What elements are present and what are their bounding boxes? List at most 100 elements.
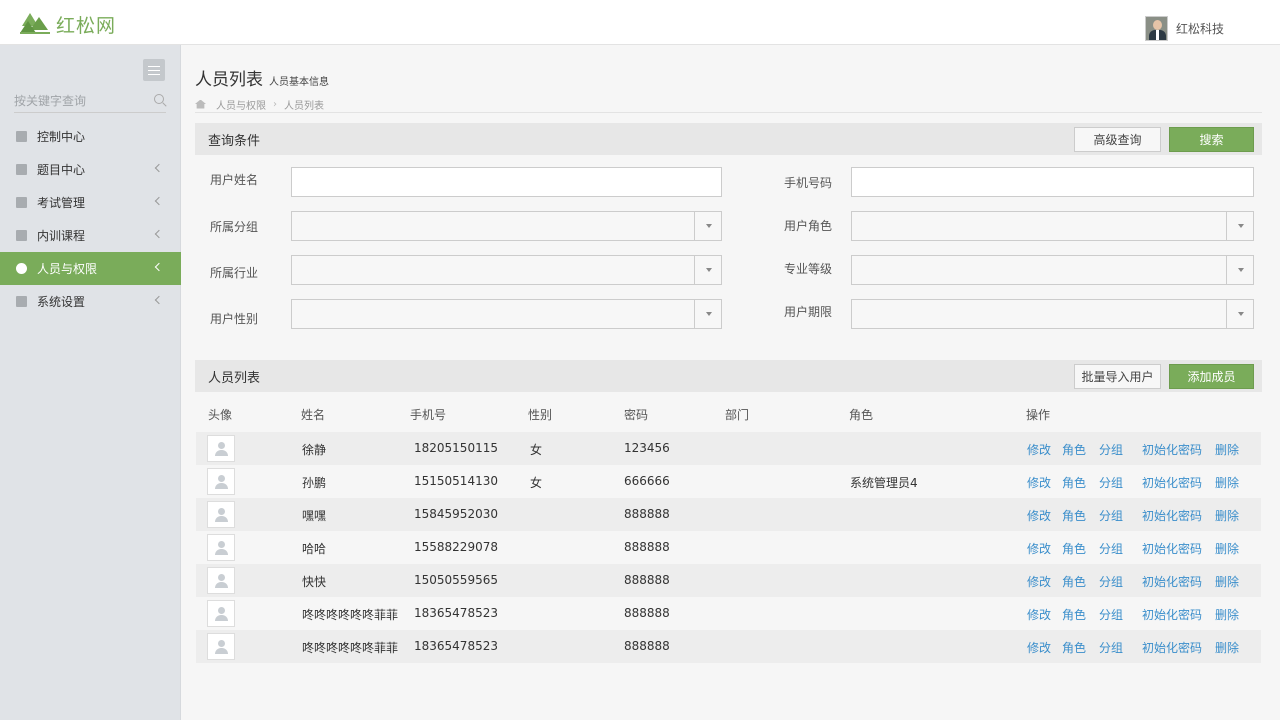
edit-link[interactable]: 修改 <box>1027 639 1051 656</box>
search-input[interactable] <box>14 91 146 111</box>
sidebar-nav: 控制中心 题目中心 考试管理 内训课程 人员与权限 系统设置 <box>0 120 181 318</box>
sidebar-item-users[interactable]: 人员与权限 <box>0 252 181 285</box>
group-link[interactable]: 分组 <box>1099 441 1123 458</box>
page-subtitle: 人员基本信息 <box>269 77 329 88</box>
group-link[interactable]: 分组 <box>1099 474 1123 491</box>
group-select[interactable] <box>291 211 722 241</box>
reset-password-link[interactable]: 初始化密码 <box>1142 540 1202 557</box>
reset-password-link[interactable]: 初始化密码 <box>1142 639 1202 656</box>
role-select[interactable] <box>851 211 1254 241</box>
user-name[interactable]: 红松科技 <box>1176 20 1224 37</box>
delete-link[interactable]: 删除 <box>1215 540 1239 557</box>
group-link[interactable]: 分组 <box>1099 573 1123 590</box>
logo-text: 红松网 <box>56 14 117 37</box>
table-row: 咚咚咚咚咚咚菲菲 18365478523 888888 修改 角色 分组 初始化密码 删除 <box>196 630 1261 663</box>
add-member-button[interactable]: 添加成员 <box>1169 364 1254 389</box>
industry-select[interactable] <box>291 255 722 285</box>
edit-link[interactable]: 修改 <box>1027 441 1051 458</box>
user-menu[interactable]: 红松科技 <box>1145 16 1224 41</box>
role-link[interactable]: 角色 <box>1062 507 1086 524</box>
sidebar-item-exams[interactable]: 考试管理 <box>0 186 181 219</box>
phone-cell: 18365478523 <box>414 639 498 653</box>
group-link[interactable]: 分组 <box>1099 606 1123 623</box>
password-cell: 888888 <box>624 507 670 521</box>
search-button[interactable]: 搜索 <box>1169 127 1254 152</box>
dropdown-arrow-icon[interactable] <box>1226 212 1253 240</box>
menu-toggle-icon[interactable] <box>143 59 165 81</box>
role-link[interactable]: 角色 <box>1062 474 1086 491</box>
logo[interactable]: 红松网 <box>20 12 117 37</box>
level-select[interactable] <box>851 255 1254 285</box>
user-avatar-placeholder-icon <box>207 600 235 627</box>
group-link[interactable]: 分组 <box>1099 540 1123 557</box>
role-link[interactable]: 角色 <box>1062 639 1086 656</box>
delete-link[interactable]: 删除 <box>1215 441 1239 458</box>
gear-icon <box>16 296 27 307</box>
gender-select[interactable] <box>291 299 722 329</box>
edit-link[interactable]: 修改 <box>1027 540 1051 557</box>
breadcrumb-item[interactable]: 人员与权限 <box>216 97 266 112</box>
group-link[interactable]: 分组 <box>1099 639 1123 656</box>
dropdown-arrow-icon[interactable] <box>694 300 721 328</box>
delete-link[interactable]: 删除 <box>1215 474 1239 491</box>
dropdown-arrow-icon[interactable] <box>694 212 721 240</box>
chevron-right-icon: › <box>273 98 277 110</box>
role-link[interactable]: 角色 <box>1062 573 1086 590</box>
edit-link[interactable]: 修改 <box>1027 474 1051 491</box>
role-link[interactable]: 角色 <box>1062 540 1086 557</box>
user-avatar-placeholder-icon <box>207 534 235 561</box>
table-row: 咚咚咚咚咚咚菲菲 18365478523 888888 修改 角色 分组 初始化密码 删除 <box>196 597 1261 630</box>
edit-link[interactable]: 修改 <box>1027 573 1051 590</box>
dropdown-arrow-icon[interactable] <box>1226 300 1253 328</box>
edit-link[interactable]: 修改 <box>1027 606 1051 623</box>
delete-link[interactable]: 删除 <box>1215 639 1239 656</box>
sidebar-item-dashboard[interactable]: 控制中心 <box>0 120 181 153</box>
gender-label: 用户性别 <box>210 312 259 326</box>
delete-link[interactable]: 删除 <box>1215 507 1239 524</box>
delete-link[interactable]: 删除 <box>1215 573 1239 590</box>
reset-password-link[interactable]: 初始化密码 <box>1142 507 1202 524</box>
period-select[interactable] <box>851 299 1254 329</box>
column-header: 部门 <box>725 408 750 422</box>
reset-password-link[interactable]: 初始化密码 <box>1142 441 1202 458</box>
delete-link[interactable]: 删除 <box>1215 606 1239 623</box>
batch-import-button[interactable]: 批量导入用户 <box>1074 364 1161 389</box>
role-label: 用户角色 <box>784 219 833 233</box>
username-label: 用户姓名 <box>210 173 259 187</box>
reset-password-link[interactable]: 初始化密码 <box>1142 573 1202 590</box>
advanced-search-button[interactable]: 高级查询 <box>1074 127 1161 152</box>
user-lock-icon <box>16 263 27 274</box>
breadcrumb: 人员与权限 › 人员列表 <box>195 96 1262 113</box>
group-link[interactable]: 分组 <box>1099 507 1123 524</box>
phone-cell: 18205150115 <box>414 441 498 455</box>
reset-password-link[interactable]: 初始化密码 <box>1142 606 1202 623</box>
dropdown-arrow-icon[interactable] <box>694 256 721 284</box>
password-cell: 888888 <box>624 606 670 620</box>
name-cell: 哈哈 <box>302 542 327 556</box>
reset-password-link[interactable]: 初始化密码 <box>1142 474 1202 491</box>
sidebar-item-label: 题目中心 <box>37 163 86 177</box>
phone-cell: 15845952030 <box>414 507 498 521</box>
username-input[interactable] <box>291 167 722 197</box>
name-cell: 咚咚咚咚咚咚菲菲 <box>302 608 399 622</box>
sidebar-item-courses[interactable]: 内训课程 <box>0 219 181 252</box>
pine-tree-logo-icon <box>20 13 50 34</box>
search-icon[interactable] <box>154 94 164 104</box>
column-header: 密码 <box>624 408 649 422</box>
table-row: 徐静 18205150115 女 123456 修改 角色 分组 初始化密码 删除 <box>196 432 1261 465</box>
dropdown-arrow-icon[interactable] <box>1226 256 1253 284</box>
user-avatar-placeholder-icon <box>207 633 235 660</box>
sidebar-item-settings[interactable]: 系统设置 <box>0 285 181 318</box>
list-panel-title: 人员列表 <box>208 370 261 386</box>
table-row: 哈哈 15588229078 888888 修改 角色 分组 初始化密码 删除 <box>196 531 1261 564</box>
user-avatar[interactable] <box>1145 16 1168 41</box>
phone-input[interactable] <box>851 167 1254 197</box>
role-link[interactable]: 角色 <box>1062 606 1086 623</box>
edit-link[interactable]: 修改 <box>1027 507 1051 524</box>
chevron-left-icon <box>154 163 164 173</box>
role-link[interactable]: 角色 <box>1062 441 1086 458</box>
sidebar-item-questions[interactable]: 题目中心 <box>0 153 181 186</box>
home-icon[interactable] <box>195 99 206 109</box>
password-cell: 888888 <box>624 573 670 587</box>
user-avatar-placeholder-icon <box>207 435 235 462</box>
